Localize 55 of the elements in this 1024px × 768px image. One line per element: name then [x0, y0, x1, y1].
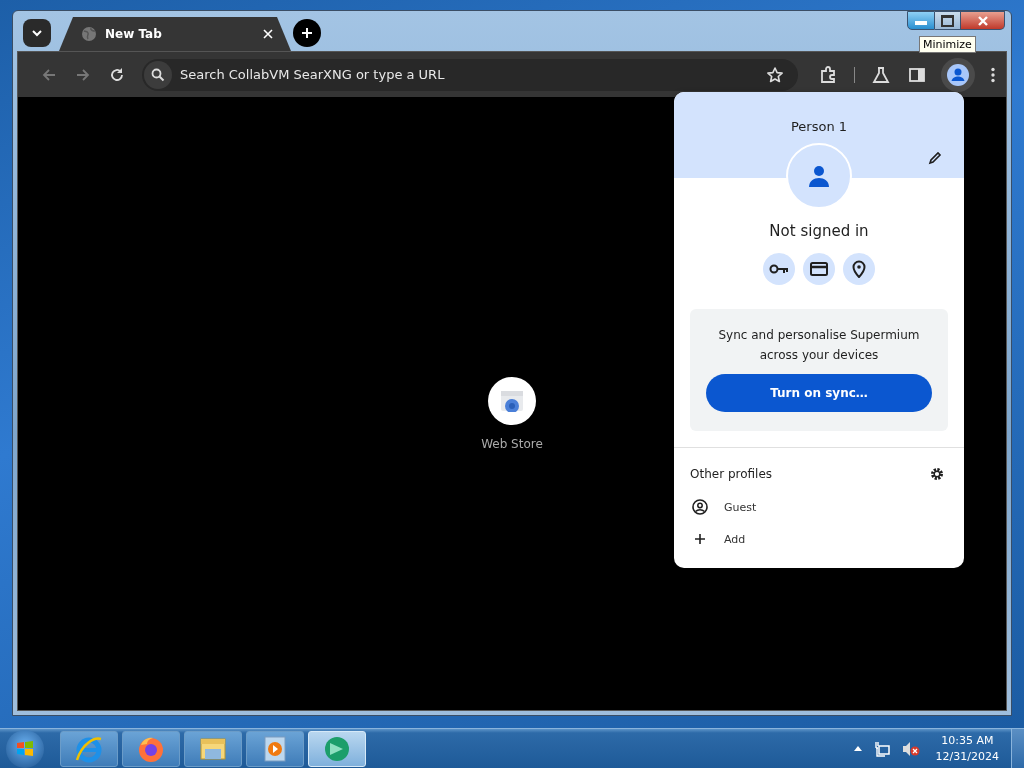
location-pin-icon[interactable]: [843, 253, 875, 285]
globe-icon: [81, 26, 97, 42]
new-tab-button[interactable]: [293, 19, 321, 47]
minimize-button[interactable]: [907, 11, 935, 30]
windows-logo: [15, 738, 35, 759]
taskbar-app-button[interactable]: [246, 730, 304, 767]
clock-date[interactable]: 12/31/2024: [935, 748, 999, 765]
plus-icon: [692, 531, 708, 547]
forward-arrow-icon[interactable]: [75, 66, 91, 83]
settings-icon[interactable]: [930, 467, 944, 481]
close-icon: [976, 15, 989, 26]
sign-in-status: Not signed in: [769, 222, 869, 240]
person-icon: [807, 164, 831, 188]
other-profiles-heading: Other profiles: [690, 467, 773, 481]
show-hidden-icons-icon[interactable]: [853, 746, 862, 751]
avatar-icon: [947, 63, 969, 86]
show-desktop-button[interactable]: [1011, 729, 1024, 768]
tooltip: Minimize: [919, 36, 976, 53]
credit-card-icon[interactable]: [803, 253, 835, 285]
clock-time[interactable]: 10:35 AM: [941, 732, 994, 749]
maximize-button[interactable]: [935, 11, 961, 30]
network-icon[interactable]: [873, 740, 890, 757]
chevron-down-icon: [31, 29, 43, 37]
start-button[interactable]: [6, 729, 44, 768]
play-icon: [262, 734, 288, 763]
back-arrow-icon[interactable]: [41, 66, 57, 83]
profile-menu-item[interactable]: Add: [674, 523, 964, 555]
web-store-shortcut-icon[interactable]: [488, 376, 536, 425]
profile-menu-item[interactable]: Guest: [674, 491, 964, 523]
muted-speaker-icon[interactable]: [901, 740, 920, 757]
more-menu-icon[interactable]: [990, 66, 996, 83]
key-icon[interactable]: [763, 253, 795, 285]
address-bar[interactable]: Search CollabVM SearXNG or type a URL: [142, 58, 798, 91]
pencil-icon[interactable]: [928, 151, 942, 165]
plus-icon: [301, 27, 313, 39]
tab-title: New Tab: [105, 27, 163, 41]
reload-icon[interactable]: [109, 66, 125, 83]
person-circle-icon: [692, 499, 708, 515]
search-icon: [151, 67, 165, 82]
turn-on-sync-button[interactable]: Turn on sync…: [706, 374, 932, 412]
profile-avatar-button[interactable]: [941, 57, 975, 92]
tab-search-button[interactable]: [23, 19, 51, 47]
taskbar-app-button[interactable]: [60, 730, 118, 767]
close-button[interactable]: [961, 11, 1005, 30]
browser-tab[interactable]: New Tab: [59, 17, 291, 51]
store-icon: [500, 389, 524, 412]
puzzle-piece-icon[interactable]: [819, 65, 837, 84]
close-tab-icon[interactable]: [263, 29, 273, 39]
taskbar-app-button[interactable]: [184, 730, 242, 767]
profile-name: Person 1: [790, 119, 848, 134]
side-panel-icon[interactable]: [908, 65, 926, 84]
shortcut-label[interactable]: Web Store: [481, 436, 543, 451]
flask-icon[interactable]: [872, 65, 890, 84]
star-icon[interactable]: [766, 65, 784, 84]
sync-description: Sync and personalise Supermium across your devices: [717, 327, 921, 364]
